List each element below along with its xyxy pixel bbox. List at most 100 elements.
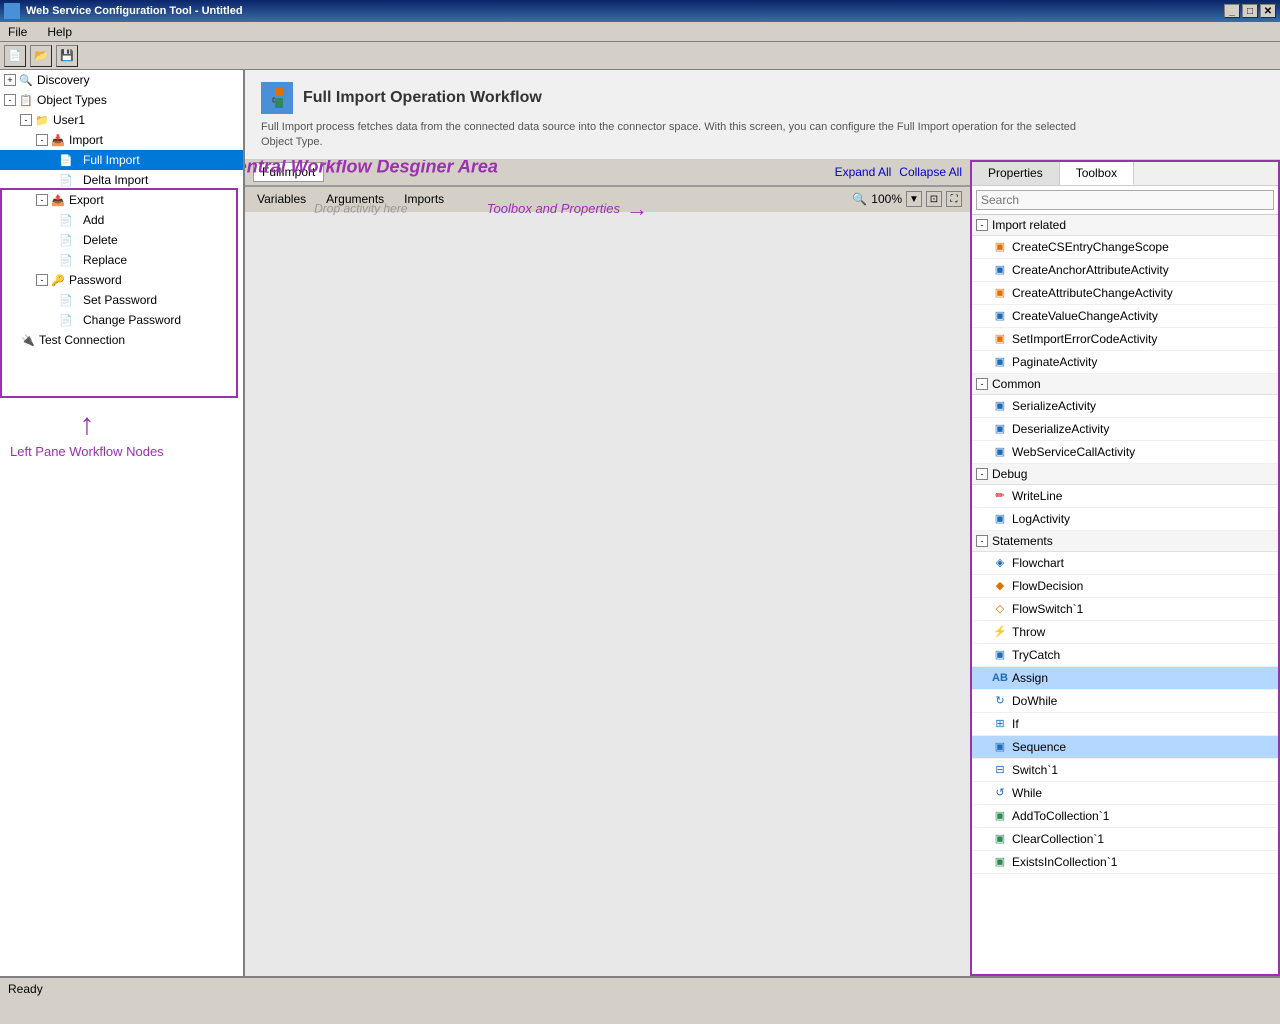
item-sequence[interactable]: ▣ Sequence xyxy=(972,736,1278,759)
menu-file[interactable]: File xyxy=(4,23,31,41)
item-switch[interactable]: ⊟ Switch`1 xyxy=(972,759,1278,782)
expander-object-types[interactable]: - xyxy=(4,94,16,106)
expander-password[interactable]: - xyxy=(36,274,48,286)
open-button[interactable]: 📂 xyxy=(30,45,52,67)
full-import-icon: 📄 xyxy=(52,152,80,168)
item-logactivity[interactable]: ▣ LogActivity xyxy=(972,508,1278,531)
expand-all-link[interactable]: Expand All xyxy=(835,165,892,179)
item-webservice-call[interactable]: ▣ WebServiceCallActivity xyxy=(972,441,1278,464)
collapse-all-link[interactable]: Collapse All xyxy=(899,165,962,179)
deserialize-label: DeserializeActivity xyxy=(1012,422,1109,436)
tree-item-discovery[interactable]: + 🔍 Discovery xyxy=(0,70,243,90)
tree-item-object-types[interactable]: - 📋 Object Types xyxy=(0,90,243,110)
category-debug[interactable]: - Debug xyxy=(972,464,1278,485)
item-throw[interactable]: ⚡ Throw xyxy=(972,621,1278,644)
workflow-header: Full Import Operation Workflow Full Impo… xyxy=(245,70,1280,160)
category-statements[interactable]: - Statements xyxy=(972,531,1278,552)
item-flowchart[interactable]: ◈ Flowchart xyxy=(972,552,1278,575)
menu-help[interactable]: Help xyxy=(43,23,76,41)
item-paginate[interactable]: ▣ PaginateActivity xyxy=(972,351,1278,374)
tree-item-change-password[interactable]: 📄 Change Password xyxy=(0,310,243,330)
left-pane: + 🔍 Discovery - 📋 Object Types - 📁 User1… xyxy=(0,70,245,976)
item-deserialize[interactable]: ▣ DeserializeActivity xyxy=(972,418,1278,441)
category-common-label: Common xyxy=(992,377,1041,391)
item-create-value[interactable]: ▣ CreateValueChangeActivity xyxy=(972,305,1278,328)
flowdecision-label: FlowDecision xyxy=(1012,579,1083,593)
item-flowdecision[interactable]: ◆ FlowDecision xyxy=(972,575,1278,598)
item-if[interactable]: ⊞ If xyxy=(972,713,1278,736)
item-trycatch[interactable]: ▣ TryCatch xyxy=(972,644,1278,667)
item-set-import-error[interactable]: ▣ SetImportErrorCodeActivity xyxy=(972,328,1278,351)
save-button[interactable]: 💾 xyxy=(56,45,78,67)
export-label: Export xyxy=(69,193,104,207)
item-serialize[interactable]: ▣ SerializeActivity xyxy=(972,395,1278,418)
create-attribute-icon: ▣ xyxy=(992,285,1008,301)
full-import-tab[interactable]: FullImport xyxy=(253,162,324,182)
fit-to-screen-button[interactable]: ⊡ xyxy=(926,191,942,207)
add-icon: 📄 xyxy=(52,212,80,228)
arguments-tab[interactable]: Arguments xyxy=(322,190,388,208)
replace-icon: 📄 xyxy=(52,252,80,268)
toolbox-tab[interactable]: Toolbox xyxy=(1060,162,1134,185)
variables-tab[interactable]: Variables xyxy=(253,190,310,208)
tree-item-test-connection[interactable]: 🔌 Test Connection xyxy=(0,330,243,350)
create-anchor-icon: ▣ xyxy=(992,262,1008,278)
category-import-related[interactable]: - Import related xyxy=(972,215,1278,236)
new-button[interactable]: 📄 xyxy=(4,45,26,67)
tree-item-full-import[interactable]: 📄 Full Import xyxy=(0,150,243,170)
expander-export[interactable]: - xyxy=(36,194,48,206)
test-connection-icon: 🔌 xyxy=(20,332,36,348)
item-flowswitch[interactable]: ◇ FlowSwitch`1 xyxy=(972,598,1278,621)
tree-item-replace[interactable]: 📄 Replace xyxy=(0,250,243,270)
change-password-label: Change Password xyxy=(83,313,181,327)
tree-item-set-password[interactable]: 📄 Set Password xyxy=(0,290,243,310)
item-create-anchor[interactable]: ▣ CreateAnchorAttributeActivity xyxy=(972,259,1278,282)
category-import-label: Import related xyxy=(992,218,1066,232)
category-expander-import: - xyxy=(976,219,988,231)
tree-item-import[interactable]: - 📥 Import xyxy=(0,130,243,150)
item-while[interactable]: ↺ While xyxy=(972,782,1278,805)
minimize-button[interactable]: _ xyxy=(1224,4,1240,18)
maximize-button[interactable]: □ xyxy=(1242,4,1258,18)
tree-item-delta-import[interactable]: 📄 Delta Import xyxy=(0,170,243,190)
tree-item-export[interactable]: - 📤 Export xyxy=(0,190,243,210)
properties-tab[interactable]: Properties xyxy=(972,162,1060,185)
imports-tab[interactable]: Imports xyxy=(400,190,448,208)
expander-import[interactable]: - xyxy=(36,134,48,146)
item-dowhile[interactable]: ↻ DoWhile xyxy=(972,690,1278,713)
expander-user1[interactable]: - xyxy=(20,114,32,126)
tree-item-add[interactable]: 📄 Add xyxy=(0,210,243,230)
search-input[interactable] xyxy=(976,190,1274,210)
delete-icon: 📄 xyxy=(52,232,80,248)
close-button[interactable]: ✕ xyxy=(1260,4,1276,18)
expander-discovery[interactable]: + xyxy=(4,74,16,86)
item-create-attribute[interactable]: ▣ CreateAttributeChangeActivity xyxy=(972,282,1278,305)
item-addtocollection[interactable]: ▣ AddToCollection`1 xyxy=(972,805,1278,828)
item-assign[interactable]: AB Assign xyxy=(972,667,1278,690)
fullscreen-button[interactable]: ⛶ xyxy=(946,191,962,207)
status-text: Ready xyxy=(8,982,43,996)
title-bar-controls[interactable]: _ □ ✕ xyxy=(1224,4,1276,18)
object-types-icon: 📋 xyxy=(18,92,34,108)
full-import-label: Full Import xyxy=(83,153,140,167)
item-create-cs-entry[interactable]: ▣ CreateCSEntryChangeScope xyxy=(972,236,1278,259)
zoom-dropdown-button[interactable]: ▼ xyxy=(906,191,922,207)
tree-item-delete[interactable]: 📄 Delete xyxy=(0,230,243,250)
annotation-arrow-up: ↑ xyxy=(79,410,94,440)
item-clearcollection[interactable]: ▣ ClearCollection`1 xyxy=(972,828,1278,851)
category-common[interactable]: - Common xyxy=(972,374,1278,395)
toolbox-panel: Properties Toolbox - Import related xyxy=(970,160,1280,976)
add-label: Add xyxy=(83,213,104,227)
dowhile-icon: ↻ xyxy=(992,693,1008,709)
tree-item-password[interactable]: - 🔑 Password xyxy=(0,270,243,290)
writeline-label: WriteLine xyxy=(1012,489,1062,503)
webservice-call-label: WebServiceCallActivity xyxy=(1012,445,1135,459)
item-existsincollection[interactable]: ▣ ExistsInCollection`1 xyxy=(972,851,1278,874)
flowswitch-label: FlowSwitch`1 xyxy=(1012,602,1083,616)
workflow-description: Full Import process fetches data from th… xyxy=(261,120,1081,151)
category-expander-debug: - xyxy=(976,468,988,480)
object-types-label: Object Types xyxy=(37,93,107,107)
deserialize-icon: ▣ xyxy=(992,421,1008,437)
item-writeline[interactable]: ✏ WriteLine xyxy=(972,485,1278,508)
tree-item-user1[interactable]: - 📁 User1 xyxy=(0,110,243,130)
